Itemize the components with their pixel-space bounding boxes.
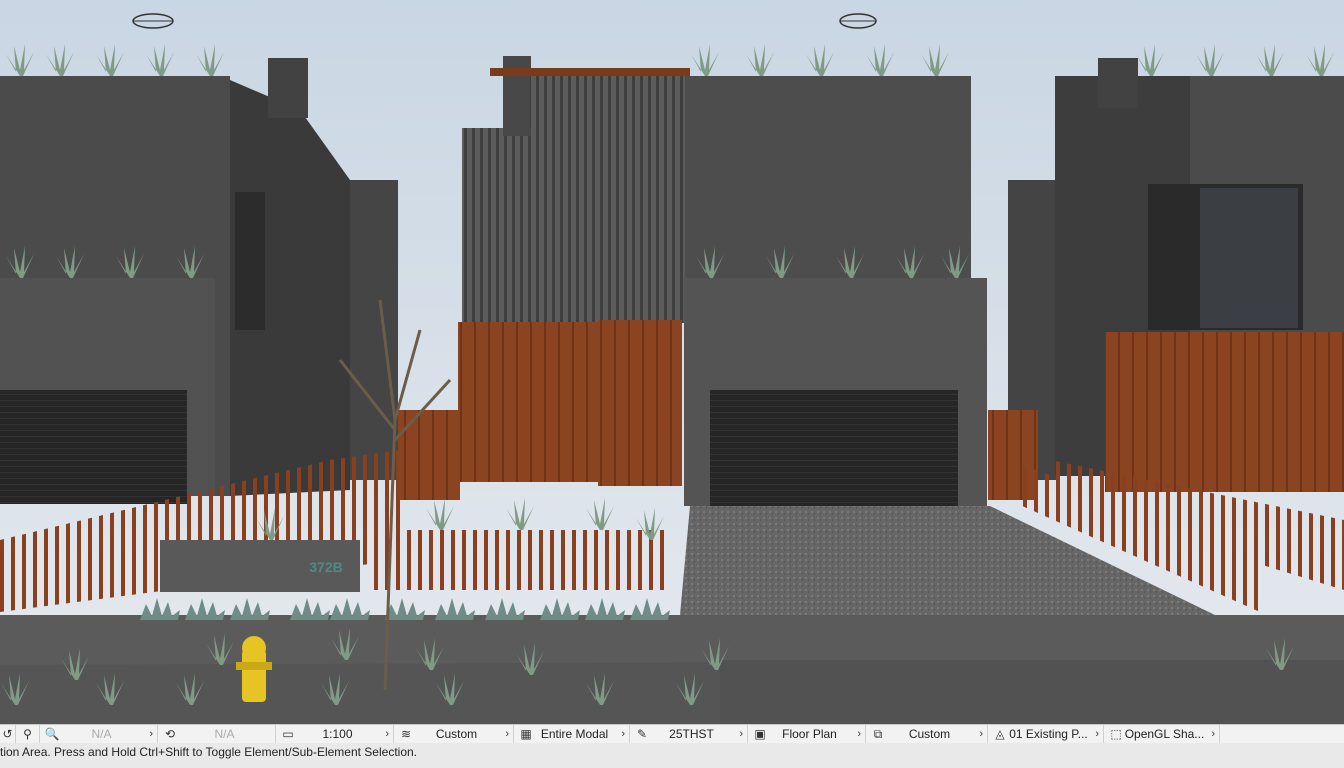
undo-icon: ↺: [2, 727, 13, 741]
zoom-value: N/A: [91, 727, 112, 741]
status-walk[interactable]: ⚲: [16, 725, 40, 743]
walk-icon: ⚲: [23, 727, 32, 741]
override-icon: ⧉: [873, 726, 883, 741]
chevron-right-icon: ›: [857, 728, 861, 740]
status-zoom[interactable]: 🔍 N/A ›: [40, 725, 158, 743]
architectural-render: 372B: [0, 0, 1344, 724]
layer-combination-value: Custom: [435, 727, 478, 741]
pen-set-value: 25THST: [669, 727, 714, 741]
3d-engine-icon: ⬚: [1110, 727, 1122, 741]
override-value: Custom: [908, 727, 951, 741]
rotate-icon: ⟲: [164, 727, 176, 741]
status-override[interactable]: ⧉ Custom ›: [866, 725, 988, 743]
model-view-icon: ▦: [520, 727, 532, 741]
hint-text: ction Area. Press and Hold Ctrl+Shift to…: [0, 745, 418, 759]
renovation-value: 01 Existing P...: [1009, 727, 1088, 741]
3d-viewport[interactable]: 372B: [0, 0, 1344, 724]
renovation-icon: ◬: [995, 727, 1005, 741]
status-floor-plan[interactable]: ▣ Floor Plan ›: [748, 725, 866, 743]
3d-engine-value: OpenGL Sha...: [1124, 727, 1205, 741]
house-number: 372B: [309, 559, 342, 575]
scale-value: 1:100: [322, 727, 353, 741]
status-renovation[interactable]: ◬ 01 Existing P... ›: [988, 725, 1104, 743]
model-view-value: Entire Modal: [540, 727, 609, 741]
status-model-view[interactable]: ▦ Entire Modal ›: [514, 725, 630, 743]
status-bar: ↺ ⚲ 🔍 N/A › ⟲ N/A ▭ 1:100 › ≋ Custom › ▦…: [0, 724, 1344, 743]
rotate-value: N/A: [214, 727, 235, 741]
chevron-right-icon: ›: [739, 728, 743, 740]
zoom-icon: 🔍: [44, 727, 60, 741]
chevron-right-icon: ›: [149, 728, 153, 740]
floor-plan-value: Floor Plan: [782, 727, 837, 741]
pen-set-icon: ✎: [636, 727, 648, 741]
status-rotate[interactable]: ⟲ N/A: [158, 725, 276, 743]
status-scale[interactable]: ▭ 1:100 ›: [276, 725, 394, 743]
status-layer-combination[interactable]: ≋ Custom ›: [394, 725, 514, 743]
chevron-right-icon: ›: [1211, 728, 1215, 740]
chevron-right-icon: ›: [621, 728, 625, 740]
hint-bar: ction Area. Press and Hold Ctrl+Shift to…: [0, 743, 1344, 768]
status-3d-engine[interactable]: ⬚ OpenGL Sha... ›: [1104, 725, 1220, 743]
chevron-right-icon: ›: [979, 728, 983, 740]
layer-combination-icon: ≋: [400, 727, 412, 741]
chevron-right-icon: ›: [505, 728, 509, 740]
scale-icon: ▭: [282, 727, 294, 741]
status-undo[interactable]: ↺: [0, 725, 16, 743]
chevron-right-icon: ›: [385, 728, 389, 740]
floor-plan-icon: ▣: [754, 727, 766, 741]
chevron-right-icon: ›: [1095, 728, 1099, 740]
status-pen-set[interactable]: ✎ 25THST ›: [630, 725, 748, 743]
